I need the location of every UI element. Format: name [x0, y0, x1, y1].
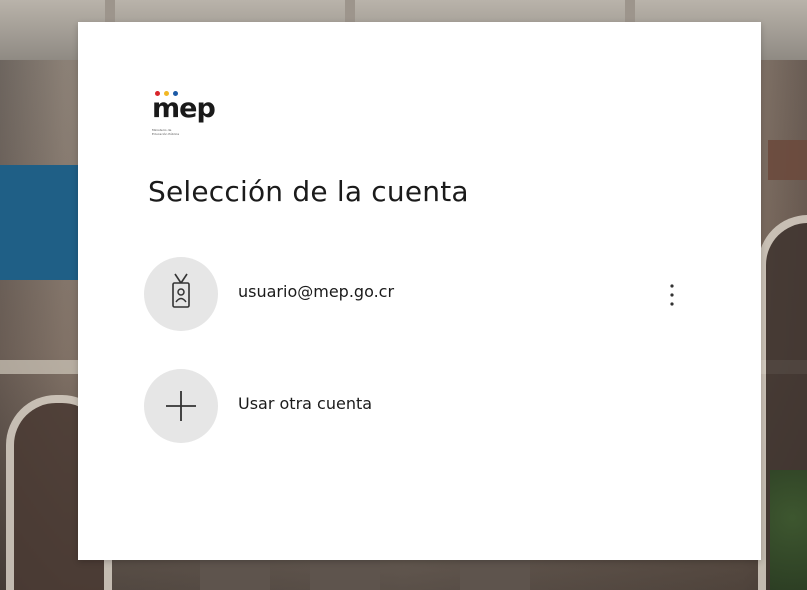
logo-brand-text: mep: [152, 93, 216, 124]
dialog-title: Selección de la cuenta: [148, 175, 469, 208]
logo-dot-yellow: [164, 91, 169, 96]
account-picker-dialog: mep Ministerio de Educación Pública Sele…: [78, 22, 761, 560]
plus-icon: [166, 391, 196, 421]
background-window: [200, 555, 270, 590]
background-tree: [770, 470, 807, 590]
use-another-account-item[interactable]: Usar otra cuenta: [144, 369, 704, 445]
account-avatar: [144, 257, 218, 331]
background-sign: [768, 140, 807, 180]
logo-subtitle: Ministerio de Educación Pública: [152, 128, 212, 136]
logo-dot-blue: [173, 91, 178, 96]
more-options-button[interactable]: [658, 278, 686, 314]
badge-icon: [172, 273, 190, 308]
background-window: [460, 555, 530, 590]
account-email: usuario@mep.go.cr: [238, 282, 395, 301]
mep-logo: mep Ministerio de Educación Pública: [152, 91, 232, 146]
background-window: [310, 555, 380, 590]
background-blue-sign: [0, 165, 78, 280]
use-another-account-label: Usar otra cuenta: [238, 394, 373, 413]
account-item[interactable]: usuario@mep.go.cr: [144, 257, 704, 333]
add-account-avatar: [144, 369, 218, 443]
logo-dot-red: [155, 91, 160, 96]
logo-subtitle-line2: Educación Pública: [152, 132, 180, 136]
more-vertical-icon: [670, 284, 674, 306]
